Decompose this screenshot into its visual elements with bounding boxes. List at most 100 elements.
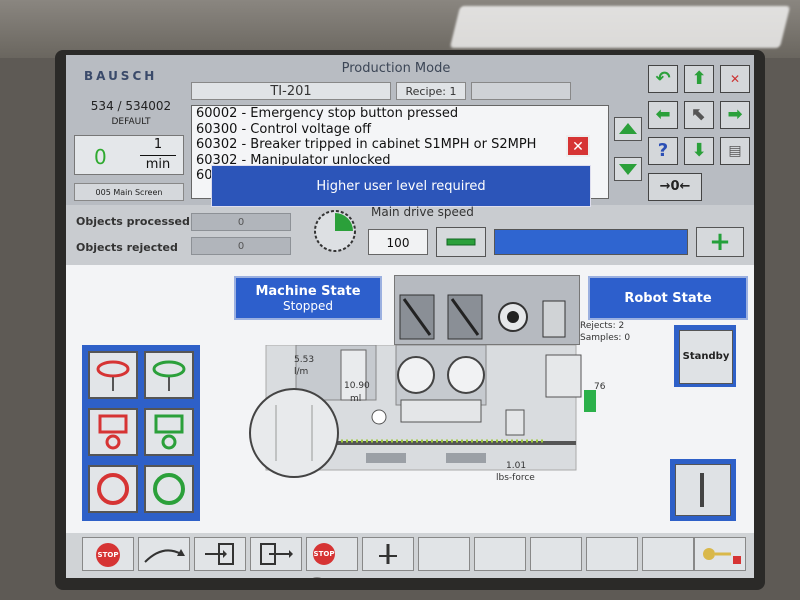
triangle-down-icon [619, 164, 637, 175]
door-button[interactable] [675, 464, 731, 516]
cycle-red-button[interactable] [88, 465, 138, 513]
speed-gauge-icon [314, 210, 356, 252]
door-handle-icon [700, 473, 704, 507]
zero-reset-button[interactable]: →0← [648, 173, 702, 201]
screen-name-tag[interactable]: 005 Main Screen [74, 183, 184, 201]
arrow-down-icon: ⬇ [691, 140, 707, 161]
station-green-icon [154, 414, 184, 450]
volume-readout: 10.90 [344, 381, 370, 391]
force-unit: lbs-force [496, 473, 535, 483]
toolbar-slot-11[interactable] [642, 537, 694, 571]
stop-button[interactable]: STOP [82, 537, 134, 571]
triangle-up-icon [619, 123, 637, 134]
printer-icon: ▤ [728, 143, 742, 159]
home-button[interactable]: ⬉ [684, 101, 714, 129]
login-icon [205, 543, 234, 565]
tools-button[interactable]: ✕ [720, 65, 750, 93]
scroll-up-button[interactable] [614, 117, 642, 141]
manual-tool-icon [379, 544, 397, 564]
question-icon: ? [657, 140, 669, 161]
cycle-green-button[interactable] [144, 465, 194, 513]
rate-unit-bottom: min [145, 157, 171, 172]
cursor-home-icon: ⬉ [691, 104, 707, 125]
scroll-down-button[interactable] [614, 157, 642, 181]
header: BAUSCH 534 / 534002 DEFAULT 0 1 min 005 … [66, 55, 754, 207]
login-button[interactable] [194, 537, 246, 571]
station-red-icon [98, 414, 128, 450]
station-field: TI-201 [191, 82, 391, 100]
rotate-green-icon [152, 360, 186, 391]
stop-icon: STOP [96, 543, 120, 567]
zero-reset-icon: →0← [659, 179, 691, 194]
batch-counter: 534 / 534002 [90, 99, 172, 113]
speed-slider[interactable] [494, 229, 688, 255]
machine-state-panel[interactable]: Machine State Stopped [234, 276, 382, 320]
tooling-icons [399, 294, 566, 340]
speed-caption: Main drive speed [371, 205, 474, 219]
toolbar-slot-8[interactable] [474, 537, 526, 571]
print-button[interactable]: ▤ [720, 137, 750, 165]
batch-name: DEFAULT [111, 117, 151, 127]
station-red-button[interactable] [88, 408, 138, 456]
level-readout: 76 [594, 382, 606, 392]
undo-icon: ↶ [655, 68, 671, 89]
robot-state-panel[interactable]: Robot State [588, 276, 748, 320]
toolbar-slot-9[interactable] [530, 537, 582, 571]
left-button[interactable]: ⬅ [648, 101, 678, 129]
alarm-item[interactable]: 60302 - Breaker tripped in cabinet S1MPH… [192, 137, 608, 153]
rotate-red-icon [96, 360, 130, 391]
objects-processed-label: Objects processed [76, 215, 190, 228]
standby-frame: Standby [674, 325, 736, 387]
toolbar-slot-7[interactable] [418, 537, 470, 571]
speed-value[interactable]: 100 [368, 229, 428, 255]
help-button[interactable]: ? [648, 137, 678, 165]
drum-icon [249, 388, 339, 478]
machine-state-title: Machine State [255, 284, 361, 299]
flow-unit: l/m [294, 367, 309, 377]
flow-readout: 5.53 [294, 355, 315, 365]
stop-cycle-button[interactable]: STOP [306, 537, 358, 578]
curve-arrow-icon [144, 549, 185, 563]
objects-rejected-value: 0 [191, 237, 291, 255]
speed-decrease-button[interactable] [436, 227, 486, 257]
objects-processed-value: 0 [191, 213, 291, 231]
mode-toolbar [82, 345, 200, 521]
toolbar-slot-10[interactable] [586, 537, 638, 571]
rotate-green-button[interactable] [144, 351, 194, 399]
station-green-button[interactable] [144, 408, 194, 456]
rotate-red-button[interactable] [88, 351, 138, 399]
brand-logo: BAUSCH [84, 69, 158, 83]
down-button[interactable]: ⬇ [684, 137, 714, 165]
access-popup[interactable]: Higher user level required [211, 165, 591, 207]
alarm-item[interactable]: 60002 - Emergency stop button pressed [192, 106, 608, 122]
arrow-up-icon: ⬆ [691, 68, 707, 89]
door-frame [670, 459, 736, 521]
volume-unit: ml [350, 394, 362, 404]
rate-unit-top: 1 [153, 137, 163, 152]
key-button[interactable] [694, 537, 746, 571]
logout-icon [260, 543, 293, 565]
right-button[interactable]: ➡ [720, 101, 750, 129]
machine-state-value: Stopped [283, 299, 333, 313]
speed-slider-fill [495, 230, 687, 254]
bottom-toolbar: STOP STOP [66, 533, 754, 578]
up-button[interactable]: ⬆ [684, 65, 714, 93]
close-alarm-button[interactable]: ✕ [566, 135, 590, 157]
rate-value: 0 [94, 145, 107, 169]
manual-button[interactable] [362, 537, 414, 571]
alarm-item[interactable]: 60300 - Control voltage off [192, 122, 608, 138]
minus-icon [446, 238, 476, 246]
plus-icon: + [709, 227, 731, 257]
rate-fraction-line [140, 155, 176, 156]
close-icon: ✕ [572, 139, 584, 155]
next-step-button[interactable] [138, 537, 190, 571]
samples-counter: Samples: 0 [580, 333, 631, 343]
standby-button[interactable]: Standby [679, 330, 733, 384]
undo-button[interactable]: ↶ [648, 65, 678, 93]
robot-state-title: Robot State [624, 291, 712, 306]
logout-button[interactable] [250, 537, 302, 571]
recipe-field[interactable]: Recipe: 1 [396, 82, 466, 100]
page-title: Production Mode [341, 61, 451, 76]
date-field [471, 82, 571, 100]
speed-increase-button[interactable]: + [696, 227, 744, 257]
